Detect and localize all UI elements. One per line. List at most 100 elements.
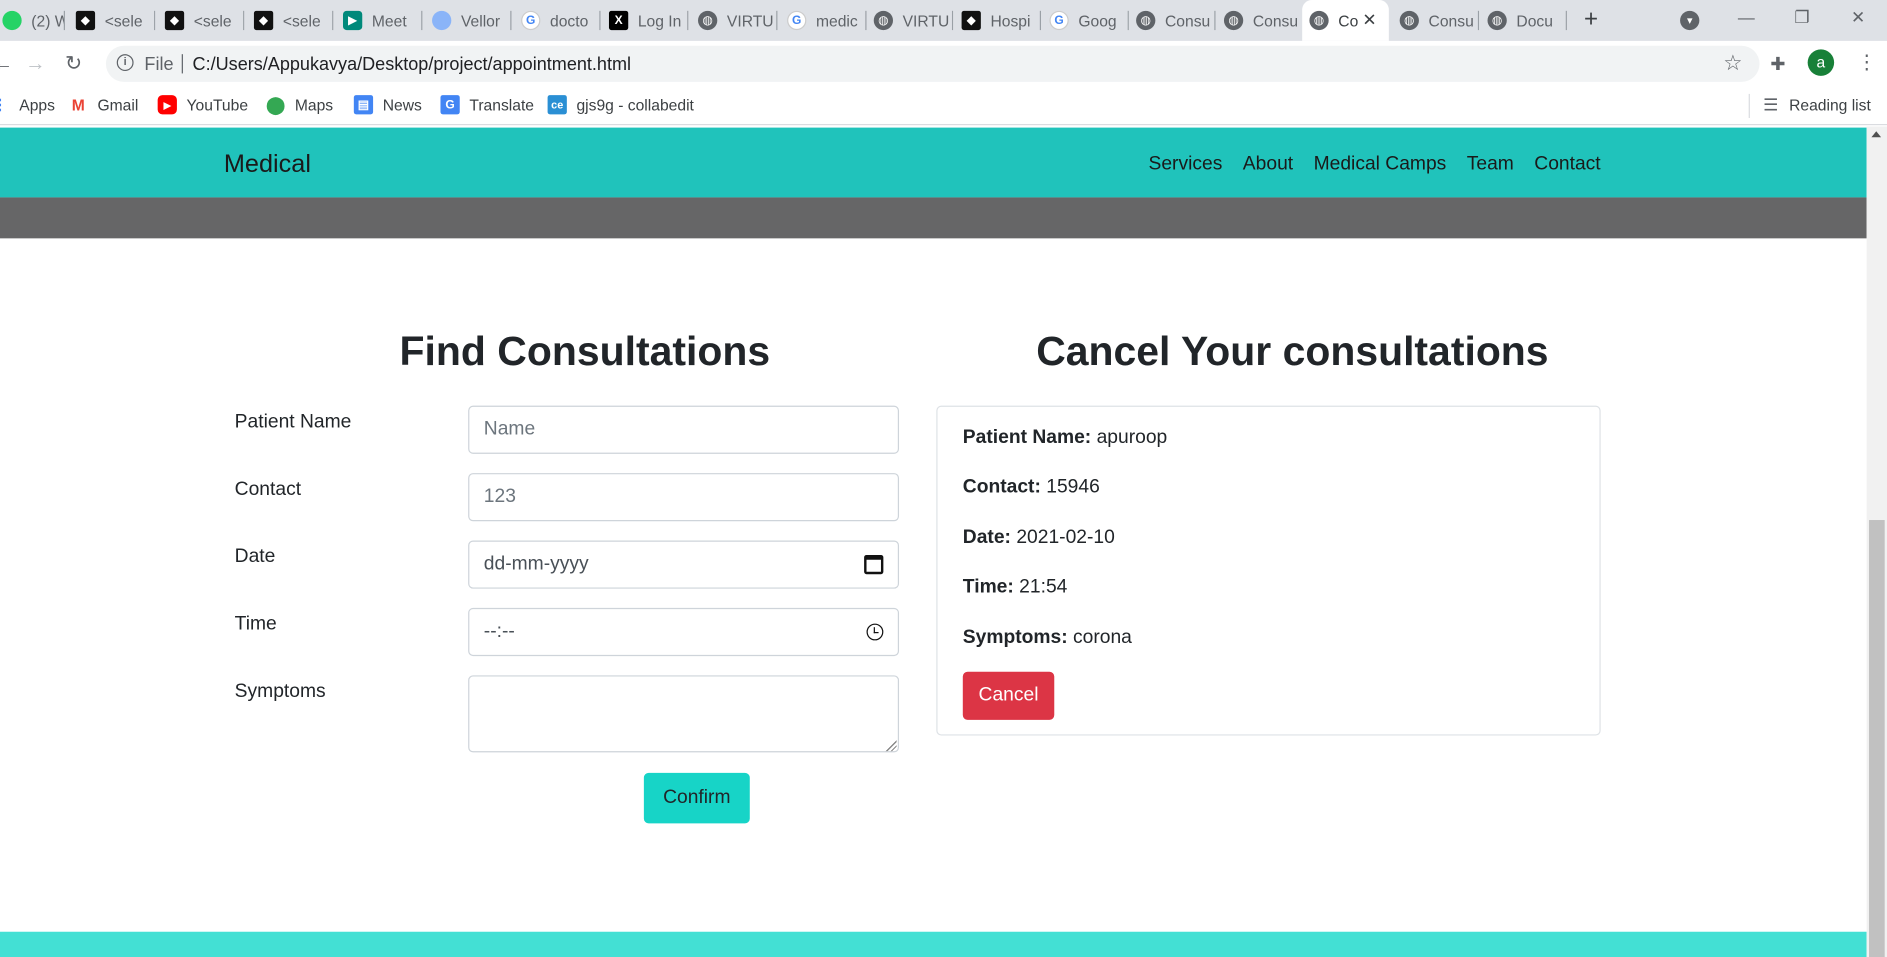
close-tab-icon[interactable]: ✕ (1362, 10, 1376, 30)
tab-6[interactable]: G docto (514, 5, 601, 36)
tab-10[interactable]: ◍ VIRTU (867, 5, 954, 36)
tab-9[interactable]: G medic (780, 5, 867, 36)
meet-icon: ▶ (342, 10, 363, 31)
tab-title: <sele (282, 11, 321, 30)
scrollbar-thumb[interactable] (1869, 520, 1885, 957)
time-label: Time (234, 613, 277, 635)
x-icon: X (608, 10, 629, 31)
globe-icon: ◍ (1223, 10, 1244, 31)
back-icon[interactable]: ← (0, 52, 13, 76)
patient-name-label: Patient Name (234, 411, 352, 433)
scroll-up-icon[interactable] (1871, 131, 1882, 138)
card-row-date: Date: 2021-02-10 (962, 527, 1115, 548)
cancel-consultations-title: Cancel Your consultations (1036, 328, 1549, 375)
reading-list-button[interactable]: ☰ Reading list (1763, 95, 1871, 115)
reading-list-icon: ☰ (1763, 95, 1779, 115)
info-icon[interactable]: i (116, 54, 134, 72)
new-tab-button[interactable]: + (1579, 7, 1603, 31)
bookmark-apps[interactable]: ⋮ Apps (0, 95, 55, 114)
menu-icon[interactable]: ⋮ (1857, 51, 1876, 75)
card-row-patient: Patient Name: apuroop (962, 427, 1168, 448)
tab-11[interactable]: ◆ Hospi (954, 5, 1042, 36)
patient-name-input[interactable] (468, 405, 900, 454)
reload-icon[interactable]: ↻ (65, 52, 82, 76)
forward-icon[interactable]: → (25, 52, 45, 76)
google-icon: G (521, 10, 541, 31)
tab-title: <sele (104, 11, 143, 30)
bookmark-translate[interactable]: G Translate (440, 95, 534, 115)
globe-icon: ◍ (1399, 10, 1419, 31)
apps-grid-icon: ⋮ (0, 95, 10, 114)
date-input[interactable]: dd-mm-yyyy (468, 540, 900, 589)
restore-icon[interactable]: ❐ (1794, 7, 1809, 27)
contact-label: Contact (234, 479, 302, 500)
site-navbar: Medical Services About Medical Camps Tea… (0, 127, 1867, 198)
confirm-button[interactable]: Confirm (643, 772, 750, 824)
page-viewport: Medical Services About Medical Camps Tea… (0, 126, 1887, 957)
gmail-icon: M (71, 95, 85, 114)
profile-avatar[interactable]: a (1807, 49, 1835, 76)
date-placeholder: dd-mm-yyyy (483, 553, 589, 575)
tab-7[interactable]: X Log In (602, 5, 689, 36)
time-input[interactable]: --:-- (468, 607, 900, 657)
tab-0[interactable]: (2) Wh (0, 5, 65, 36)
tab-12[interactable]: G Goog (1042, 5, 1129, 36)
contact-input[interactable] (468, 473, 900, 522)
site-footer (0, 931, 1867, 957)
bookmark-star-icon[interactable]: ☆ (1723, 51, 1742, 76)
symptoms-textarea[interactable] (468, 675, 900, 753)
bookmark-gmail[interactable]: M Gmail (69, 95, 139, 114)
time-placeholder: --:-- (483, 621, 515, 642)
maps-pin-icon: ⬤ (266, 94, 286, 114)
bookmark-youtube[interactable]: ▶ YouTube (157, 95, 248, 115)
bookmark-maps[interactable]: ⬤ Maps (266, 94, 333, 114)
codepen-icon: ◆ (164, 10, 185, 31)
nav-about[interactable]: About (1243, 154, 1293, 176)
nav-medical-camps[interactable]: Medical Camps (1314, 154, 1447, 176)
tab-16[interactable]: ◍ Consu (1392, 5, 1480, 36)
vellore-icon (432, 10, 452, 31)
bookmark-news[interactable]: ▤ News (353, 95, 422, 115)
tab-title: Vellor (460, 11, 501, 30)
tab-3[interactable]: ◆ <sele (247, 5, 334, 36)
minimize-icon[interactable]: — (1738, 7, 1755, 26)
tab-title: VIRTU (902, 11, 950, 30)
url-text[interactable]: C:/Users/Appukavya/Desktop/project/appoi… (193, 54, 631, 74)
tab-search-icon[interactable]: ▾ (1680, 10, 1700, 31)
browser-toolbar: ← → ↻ i File C:/Users/Appukavya/Desktop/… (0, 40, 1887, 87)
resize-handle-icon[interactable] (884, 739, 897, 752)
tab-title: docto (549, 11, 589, 30)
codepen-icon: ◆ (75, 10, 96, 31)
address-bar[interactable]: i File C:/Users/Appukavya/Desktop/projec… (105, 45, 1760, 82)
tab-title: Consu (1428, 11, 1474, 30)
nav-contact[interactable]: Contact (1534, 154, 1600, 176)
tab-8[interactable]: ◍ VIRTU (691, 5, 778, 36)
tab-14[interactable]: ◍ Consu (1217, 5, 1304, 36)
tab-1[interactable]: ◆ <sele (69, 5, 156, 36)
tab-5[interactable]: Vellor (425, 5, 512, 36)
tab-13[interactable]: ◍ Consu (1129, 5, 1216, 36)
globe-icon: ◍ (1487, 10, 1507, 31)
tab-15-active[interactable]: ◍ Co ✕ (1302, 0, 1389, 41)
bookmark-collabedit[interactable]: ce gjs9g - collabedit (547, 95, 694, 115)
close-window-icon[interactable]: ✕ (1851, 7, 1865, 27)
tab-title: Consu (1164, 11, 1211, 30)
globe-icon: ◍ (873, 10, 893, 31)
cancel-button[interactable]: Cancel (962, 671, 1055, 720)
nav-services[interactable]: Services (1148, 154, 1222, 176)
tab-title: Docu (1516, 11, 1553, 30)
whatsapp-icon (2, 10, 22, 31)
nav-team[interactable]: Team (1467, 154, 1514, 176)
globe-icon: ◍ (1136, 10, 1156, 31)
tab-2[interactable]: ◆ <sele (158, 5, 245, 36)
tab-17[interactable]: ◍ Docu (1480, 5, 1567, 36)
calendar-icon[interactable] (864, 554, 884, 575)
translate-icon: G (440, 95, 460, 115)
site-brand[interactable]: Medical (224, 150, 311, 179)
tab-4[interactable]: ▶ Meet (336, 5, 423, 36)
tab-title: Log In (637, 11, 682, 30)
tab-title: Meet (371, 11, 407, 30)
news-icon: ▤ (353, 95, 374, 115)
extensions-icon[interactable]: ✚ (1770, 53, 1785, 74)
clock-icon[interactable] (866, 623, 884, 641)
